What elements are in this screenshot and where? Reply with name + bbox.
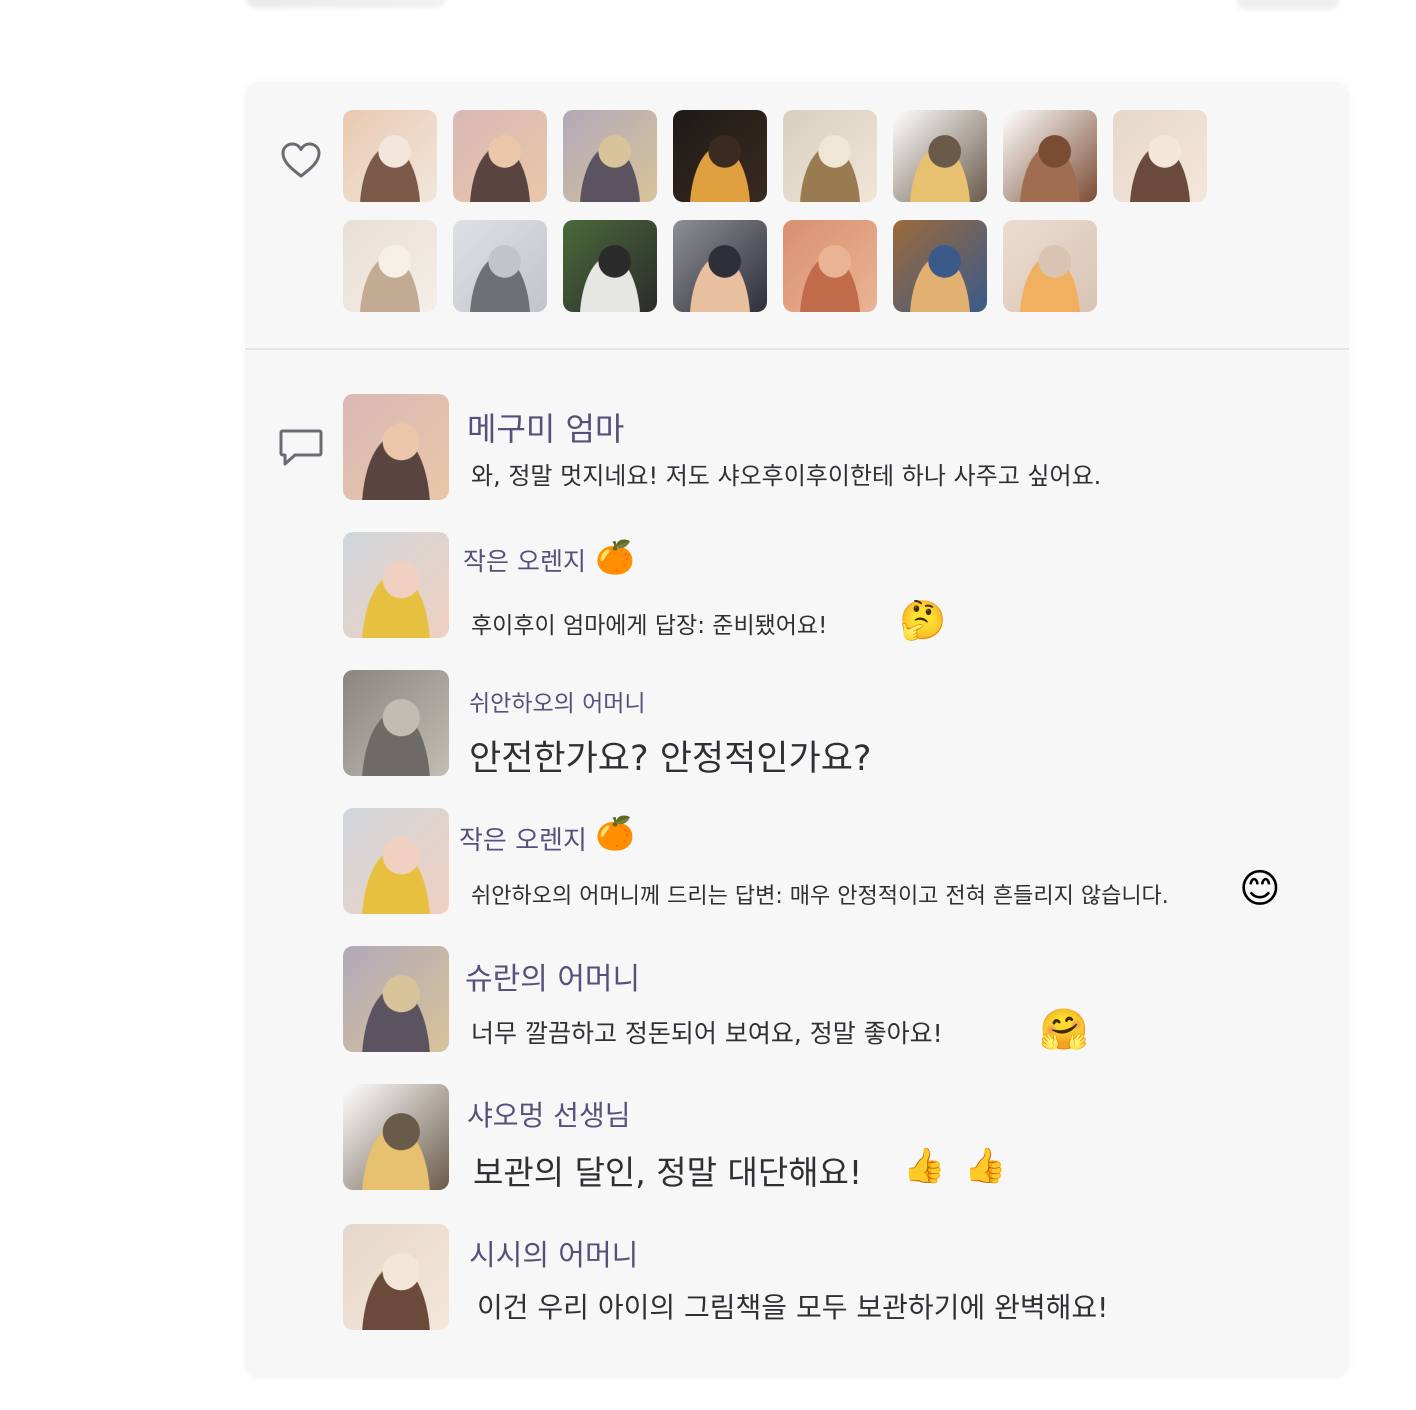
liker-avatar[interactable] xyxy=(343,110,437,202)
liker-avatar[interactable] xyxy=(893,220,987,312)
comment-text: 이건 우리 아이의 그림책을 모두 보관하기에 완벽해요! xyxy=(477,1291,1109,1324)
commenter-name[interactable]: 슈란의 어머니 xyxy=(465,954,640,998)
liker-avatar[interactable] xyxy=(1113,110,1207,202)
commenter-name[interactable]: 메구미 엄마 xyxy=(467,404,624,450)
commenter-avatar[interactable] xyxy=(343,1224,449,1330)
hugging-emoji-icon: 🤗 xyxy=(1039,1007,1089,1053)
commenter-avatar[interactable] xyxy=(343,1084,449,1190)
interaction-card: 메구미 엄마 와, 정말 멋지네요! 저도 샤오후이후이한테 하나 사주고 싶어… xyxy=(245,82,1349,1378)
thumbs-up-emoji-icon: 👍 👍 xyxy=(903,1146,1011,1186)
comment-item: 슈란의 어머니 너무 깔끔하고 정돈되어 보여요, 정말 좋아요! 🤗 xyxy=(343,946,1323,1056)
commenter-name[interactable]: 쉬안하오의 어머니 xyxy=(469,684,646,718)
commenter-avatar[interactable] xyxy=(343,808,449,914)
commenter-avatar[interactable] xyxy=(343,946,449,1052)
commenter-avatar[interactable] xyxy=(343,532,449,638)
comment-item: 샤오멍 선생님 보관의 달인, 정말 대단해요! 👍 👍 xyxy=(343,1084,1323,1194)
likes-section xyxy=(245,82,1349,348)
comment-text: 와, 정말 멋지네요! 저도 샤오후이후이한테 하나 사주고 싶어요. xyxy=(471,462,1102,490)
heart-icon[interactable] xyxy=(279,140,323,180)
liker-avatar[interactable] xyxy=(343,220,437,312)
commenter-name[interactable]: 시시의 어머니 xyxy=(469,1232,638,1274)
thinking-emoji-icon: 🤔 xyxy=(899,598,947,642)
commenter-name[interactable]: 샤오멍 선생님 xyxy=(467,1094,630,1134)
comment-text: 보관의 달인, 정말 대단해요! xyxy=(473,1153,863,1192)
section-divider xyxy=(245,348,1349,350)
commenter-name[interactable]: 작은 오렌지 xyxy=(463,542,586,578)
comment-text: 안전한가요? 안정적인가요? xyxy=(469,739,872,779)
liker-avatar[interactable] xyxy=(673,220,767,312)
comment-item: 쉬안하오의 어머니 안전한가요? 안정적인가요? xyxy=(343,670,1323,780)
liker-avatar[interactable] xyxy=(453,220,547,312)
smiling-emoji-icon: 😊 xyxy=(1239,866,1281,912)
liker-avatar[interactable] xyxy=(673,110,767,202)
orange-emoji-icon: 🍊 xyxy=(595,538,635,576)
commenter-avatar[interactable] xyxy=(343,670,449,776)
commenter-name[interactable]: 작은 오렌지 xyxy=(459,820,587,857)
liker-avatar[interactable] xyxy=(1003,220,1097,312)
comment-item: 작은 오렌지 🍊 후이후이 엄마에게 답장: 준비됐어요! 🤔 xyxy=(343,532,1323,642)
commenter-avatar[interactable] xyxy=(343,394,449,500)
liker-avatar[interactable] xyxy=(783,220,877,312)
liker-avatar[interactable] xyxy=(563,220,657,312)
comment-item: 메구미 엄마 와, 정말 멋지네요! 저도 샤오후이후이한테 하나 사주고 싶어… xyxy=(343,394,1323,504)
comment-item: 작은 오렌지 🍊 쉬안하오의 어머니께 드리는 답변: 매우 안정적이고 전혀 … xyxy=(343,808,1323,918)
blurred-header-button xyxy=(1236,0,1340,10)
comment-item: 시시의 어머니 이건 우리 아이의 그림책을 모두 보관하기에 완벽해요! xyxy=(343,1224,1323,1334)
liker-avatar[interactable] xyxy=(893,110,987,202)
blurred-header-text xyxy=(246,0,446,8)
comment-text: 너무 깔끔하고 정돈되어 보여요, 정말 좋아요! xyxy=(471,1019,943,1048)
liker-avatar[interactable] xyxy=(1003,110,1097,202)
orange-emoji-icon: 🍊 xyxy=(595,814,635,852)
liker-avatar[interactable] xyxy=(453,110,547,202)
liker-avatar[interactable] xyxy=(783,110,877,202)
comment-text: 쉬안하오의 어머니께 드리는 답변: 매우 안정적이고 전혀 흔들리지 않습니다… xyxy=(471,884,1169,909)
liker-avatar[interactable] xyxy=(563,110,657,202)
comment-bubble-icon[interactable] xyxy=(277,426,325,468)
comment-text: 후이후이 엄마에게 답장: 준비됐어요! xyxy=(471,613,828,639)
